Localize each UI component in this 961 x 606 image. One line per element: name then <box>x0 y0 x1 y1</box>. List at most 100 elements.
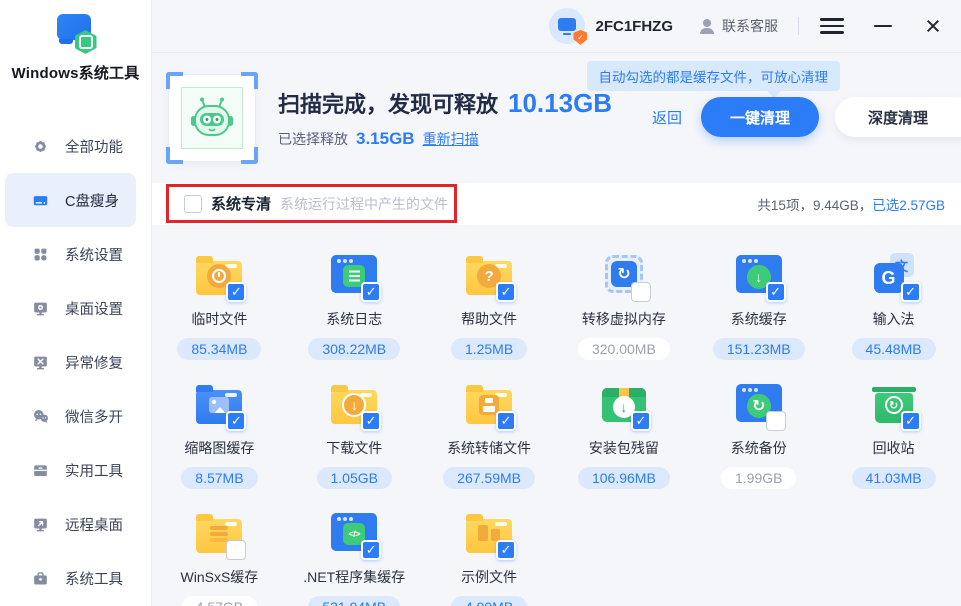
sidebar-item-label: C盘瘦身 <box>65 190 119 211</box>
sidebar-nav: 全部功能 C盘瘦身 系统设置 桌面设置 异常修复 微信多开 实用工具 远程桌面 … <box>0 119 151 605</box>
rescan-link[interactable]: 重新扫描 <box>423 129 479 149</box>
account-avatar[interactable] <box>549 8 585 44</box>
item-checkbox[interactable]: ✓ <box>496 282 516 302</box>
cleanup-item[interactable]: ✓ 示例文件 4.99MB <box>422 506 557 606</box>
cleanup-item-label: .NET程序集缓存 <box>303 567 405 587</box>
sidebar-item-grid[interactable]: 系统设置 <box>5 227 136 281</box>
cleanup-item[interactable]: ✓ 输入法 45.48MB <box>826 248 961 360</box>
folder-question-icon: ✓ <box>462 248 516 300</box>
account-id: 2FC1FHZG <box>595 18 673 35</box>
sidebar-item-disk[interactable]: C盘瘦身 <box>5 173 136 227</box>
cleanup-item-size: 531.94MB <box>308 596 400 606</box>
item-checkbox[interactable]: ✓ <box>901 282 921 302</box>
cleanup-item-size: 308.22MB <box>308 338 400 360</box>
grid-icon <box>31 245 50 264</box>
package-download-icon: ✓ <box>597 377 651 429</box>
back-button[interactable]: 返回 <box>652 107 682 128</box>
item-checkbox[interactable]: ✓ <box>631 411 651 431</box>
category-description: 系统运行过程中产生的文件 <box>280 194 448 214</box>
item-checkbox[interactable]: ✓ <box>496 411 516 431</box>
selected-release-label: 已选择释放 <box>278 129 348 149</box>
cleanup-item[interactable]: ✓ 缩略图缓存 8.57MB <box>152 377 287 489</box>
cleanup-item-label: 系统备份 <box>731 438 787 458</box>
item-checkbox[interactable]: ✓ <box>226 540 246 560</box>
cleanup-item[interactable]: ✓ .NET程序集缓存 531.94MB <box>287 506 422 606</box>
scan-result-header: 扫描完成，发现可释放 10.13GB 已选择释放 3.15GB 重新扫描 自动勾… <box>152 53 961 183</box>
item-checkbox[interactable]: ✓ <box>361 282 381 302</box>
cleanup-grid: ✓ 临时文件 85.34MB ✓ 系统日志 308.22MB ✓ 帮助文件 1.… <box>152 225 961 606</box>
contact-support-label: 联系客服 <box>722 16 778 36</box>
cleanup-item-label: 临时文件 <box>191 309 247 329</box>
titlebar: 2FC1FHZG 联系客服 × <box>152 0 961 53</box>
cleanup-item-size: 151.23MB <box>713 338 805 360</box>
window-refresh-icon: ✓ <box>732 377 786 429</box>
cleanup-item-label: 示例文件 <box>461 567 517 587</box>
summary-total: 共15项，9.44GB， <box>757 198 872 213</box>
recycle-bin-icon: ✓ <box>867 377 921 429</box>
contact-support-button[interactable]: 联系客服 <box>699 16 778 36</box>
cleanup-item[interactable]: ✓ 安装包残留 106.96MB <box>556 377 691 489</box>
sidebar-item-monitor-repair[interactable]: 异常修复 <box>5 335 136 389</box>
deep-clean-button[interactable]: 深度清理 <box>835 97 961 137</box>
folder-clock-icon: ✓ <box>192 248 246 300</box>
scan-robot-icon <box>168 74 256 162</box>
item-checkbox[interactable]: ✓ <box>496 540 516 560</box>
item-checkbox[interactable]: ✓ <box>901 411 921 431</box>
sidebar-item-gear[interactable]: 全部功能 <box>5 119 136 173</box>
window-download-icon: ✓ <box>732 248 786 300</box>
cleanup-item-label: 缩略图缓存 <box>184 438 254 458</box>
selected-release-size: 3.15GB <box>356 129 415 149</box>
cleanup-item-label: 下载文件 <box>326 438 382 458</box>
cleanup-item[interactable]: ✓ 下载文件 1.05GB <box>287 377 422 489</box>
cleanup-item[interactable]: ✓ 临时文件 85.34MB <box>152 248 287 360</box>
translate-icon: ✓ <box>867 248 921 300</box>
cleanup-item-size: 320.00MB <box>578 338 670 360</box>
system-clean-checkbox[interactable] <box>184 195 202 213</box>
cleanup-item[interactable]: ✓ 回收站 41.03MB <box>826 377 961 489</box>
cleanup-item[interactable]: ✓ 转移虚拟内存 320.00MB <box>556 248 691 360</box>
minimize-button[interactable] <box>871 14 895 38</box>
cleanup-item[interactable]: ✓ 系统缓存 151.23MB <box>691 248 826 360</box>
cleanup-item-label: 系统缓存 <box>731 309 787 329</box>
folder-picture-icon: ✓ <box>462 506 516 558</box>
cleanup-item-size: 267.59MB <box>443 467 535 489</box>
wechat-icon <box>31 407 50 426</box>
summary-selected: 已选2.57GB <box>872 198 945 213</box>
item-checkbox[interactable]: ✓ <box>766 282 786 302</box>
folder-download-icon: ✓ <box>327 377 381 429</box>
sidebar-item-label: 桌面设置 <box>65 298 123 319</box>
sidebar-item-toolbox[interactable]: 系统工具 <box>5 551 136 605</box>
menu-button[interactable] <box>819 17 845 35</box>
person-icon <box>699 19 715 34</box>
sidebar: Windows系统工具 全部功能 C盘瘦身 系统设置 桌面设置 异常修复 微信多… <box>0 0 152 606</box>
app-logo-icon <box>53 12 99 54</box>
item-checkbox[interactable]: ✓ <box>766 411 786 431</box>
sidebar-item-wechat[interactable]: 微信多开 <box>5 389 136 443</box>
category-name: 系统专清 <box>211 193 271 214</box>
item-checkbox[interactable]: ✓ <box>226 282 246 302</box>
folder-dump-icon: ✓ <box>462 377 516 429</box>
scan-complete-title: 扫描完成，发现可释放 <box>278 87 498 119</box>
close-button[interactable]: × <box>921 14 945 38</box>
item-checkbox[interactable]: ✓ <box>361 411 381 431</box>
sidebar-item-remote-desktop[interactable]: 远程桌面 <box>5 497 136 551</box>
cleanup-item-label: WinSxS缓存 <box>181 567 259 587</box>
cleanup-item-size: 4.99MB <box>451 596 527 606</box>
sidebar-item-utility-box[interactable]: 实用工具 <box>5 443 136 497</box>
cleanup-item[interactable]: ✓ 系统日志 308.22MB <box>287 248 422 360</box>
one-click-clean-button[interactable]: 一键清理 <box>701 97 819 137</box>
folder-layers-icon: ✓ <box>192 506 246 558</box>
shield-badge-icon <box>573 30 587 45</box>
cleanup-item[interactable]: ✓ WinSxS缓存 4.57GB <box>152 506 287 606</box>
cleanup-item[interactable]: ✓ 系统备份 1.99GB <box>691 377 826 489</box>
cleanup-item-size: 45.48MB <box>852 338 936 360</box>
sidebar-item-monitor-gear[interactable]: 桌面设置 <box>5 281 136 335</box>
item-checkbox[interactable]: ✓ <box>631 282 651 302</box>
item-checkbox[interactable]: ✓ <box>226 411 246 431</box>
cleanup-item-label: 安装包残留 <box>589 438 659 458</box>
cleanup-item-label: 转移虚拟内存 <box>582 309 666 329</box>
cleanup-item[interactable]: ✓ 系统转储文件 267.59MB <box>422 377 557 489</box>
total-releasable-size: 10.13GB <box>508 88 612 119</box>
item-checkbox[interactable]: ✓ <box>361 540 381 560</box>
cleanup-item[interactable]: ✓ 帮助文件 1.25MB <box>422 248 557 360</box>
